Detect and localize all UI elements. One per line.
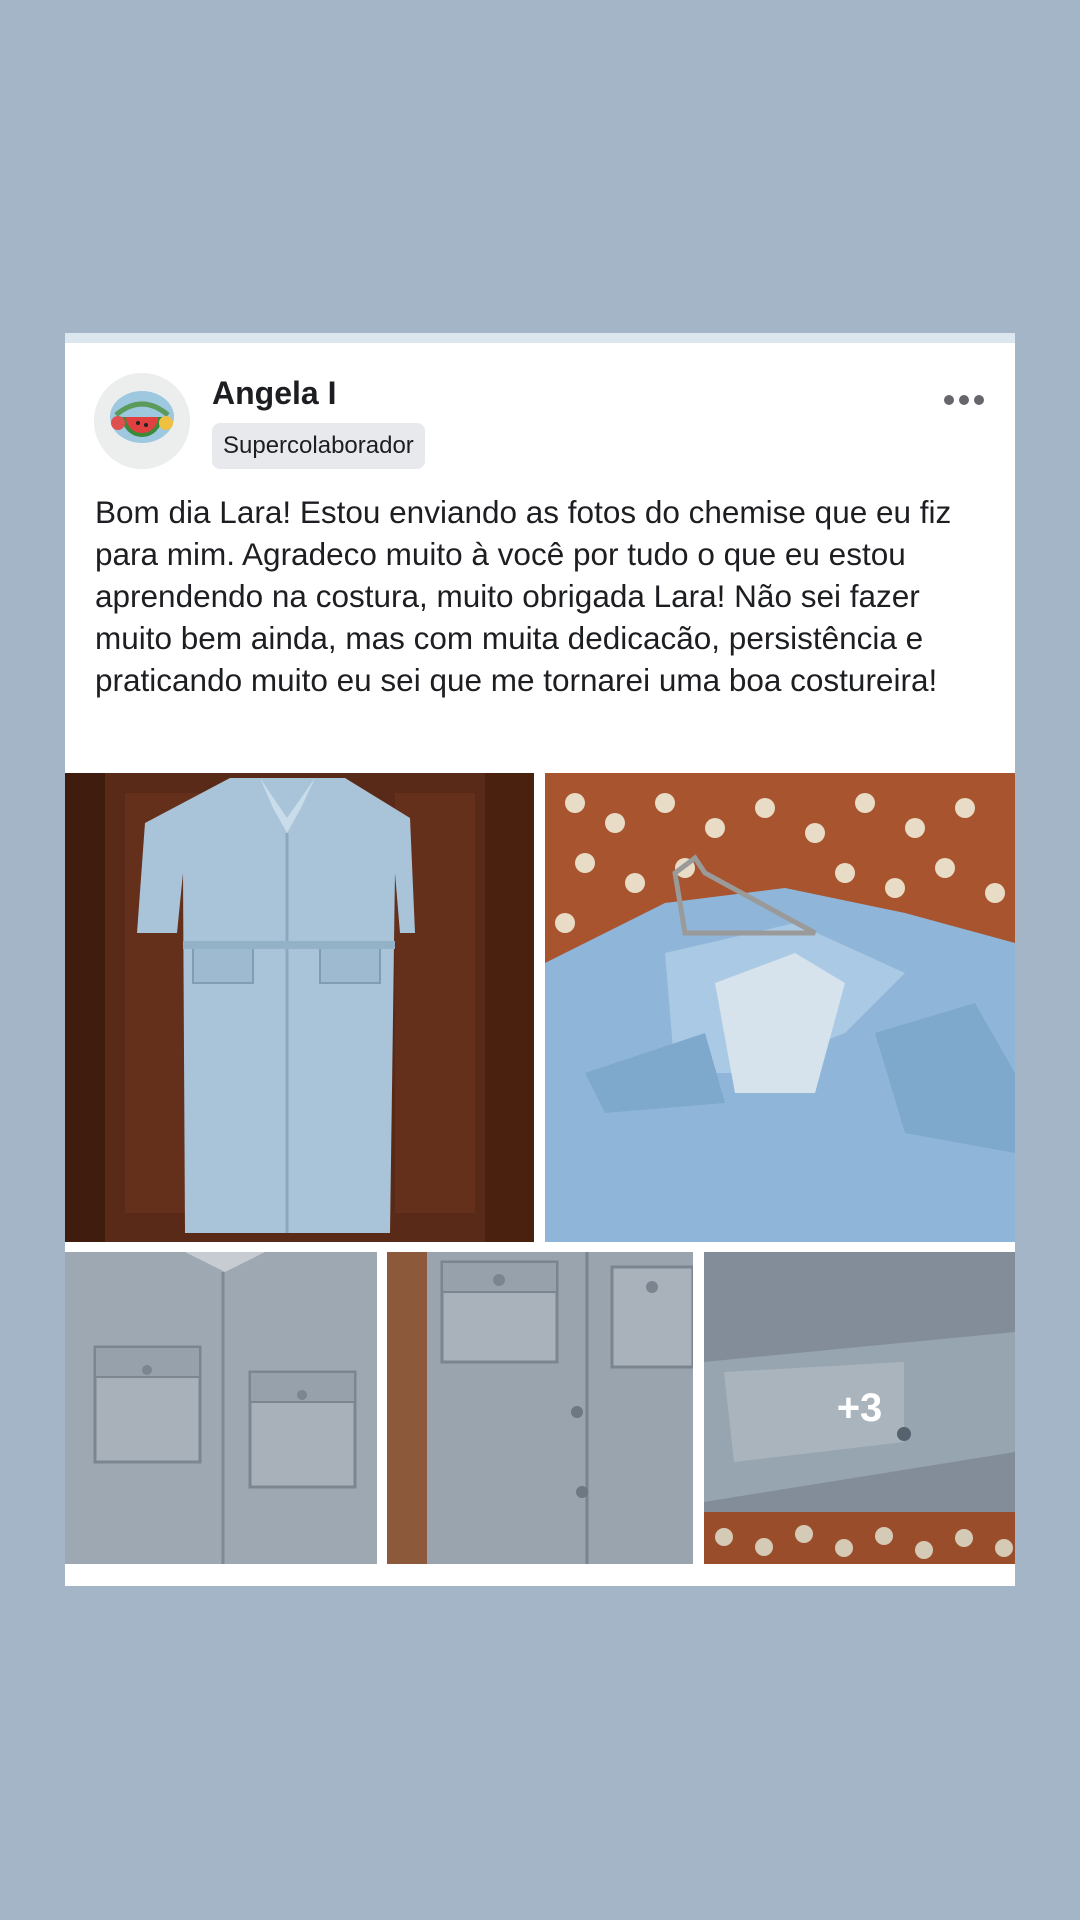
- more-options-icon[interactable]: [943, 387, 985, 407]
- author-name[interactable]: Angela I: [212, 375, 336, 412]
- author-avatar[interactable]: [94, 373, 190, 469]
- photo-dress-full[interactable]: [65, 773, 534, 1242]
- avatar-image: [94, 373, 190, 469]
- post-text: Bom dia Lara! Estou enviando as fotos do…: [95, 494, 952, 698]
- contributor-badge: Supercolaborador: [212, 423, 425, 469]
- post-card: Angela I Supercolaborador Bom dia Lara! …: [65, 333, 1015, 1586]
- more-photos-count[interactable]: +3: [704, 1252, 1015, 1564]
- photo-collar-hanger[interactable]: [545, 773, 1015, 1242]
- photo-pocket-buttons[interactable]: [387, 1252, 693, 1564]
- photo-sleeve-cuff[interactable]: +3: [704, 1252, 1015, 1564]
- photo-front-pockets[interactable]: [65, 1252, 377, 1564]
